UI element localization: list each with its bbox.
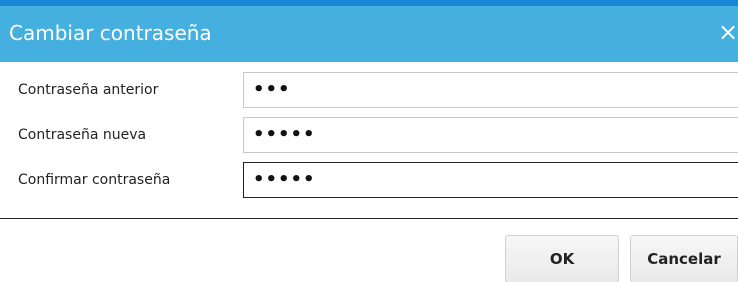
- dialog-titlebar: Cambiar contraseña ×: [0, 6, 738, 62]
- footer-divider: [0, 218, 738, 219]
- new-password-label: Contraseña nueva: [18, 127, 147, 143]
- ok-button[interactable]: OK: [505, 235, 619, 282]
- new-password-field[interactable]: •••••: [243, 117, 738, 153]
- old-password-label: Contraseña anterior: [18, 82, 159, 98]
- dialog-title: Cambiar contraseña: [9, 21, 212, 45]
- close-icon[interactable]: ×: [718, 18, 738, 46]
- confirm-password-label: Confirmar contraseña: [18, 172, 171, 188]
- old-password-field[interactable]: •••: [243, 72, 738, 108]
- confirm-password-row: Confirmar contraseña •••••: [0, 162, 738, 200]
- new-password-row: Contraseña nueva •••••: [0, 117, 738, 155]
- old-password-row: Contraseña anterior •••: [0, 72, 738, 110]
- confirm-password-field[interactable]: •••••: [243, 162, 738, 198]
- change-password-dialog: Cambiar contraseña × Contraseña anterior…: [0, 0, 738, 282]
- cancel-button[interactable]: Cancelar: [630, 235, 738, 282]
